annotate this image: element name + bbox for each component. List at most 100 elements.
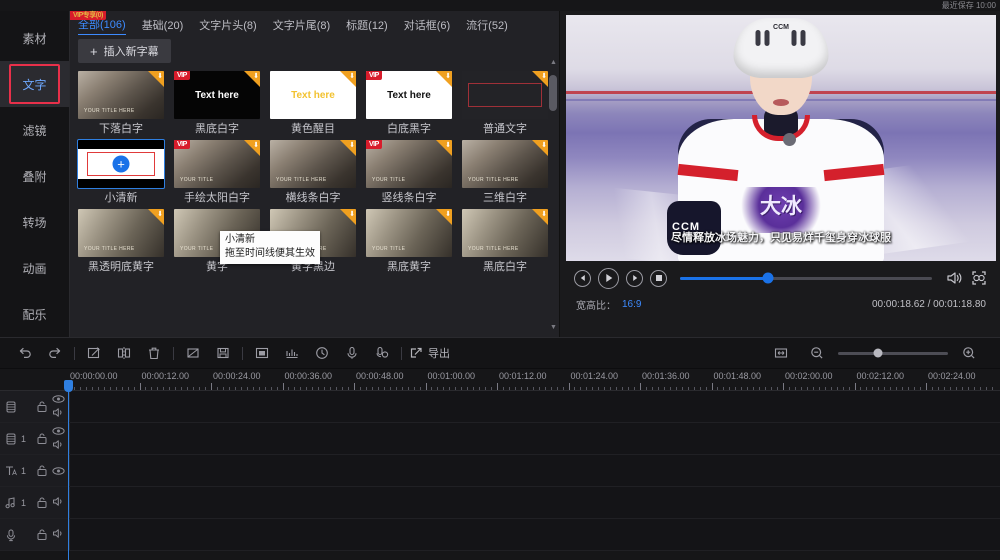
visibility-toggle[interactable] [51, 458, 65, 484]
playhead-handle[interactable] [64, 380, 73, 392]
eye-icon[interactable] [51, 392, 65, 406]
sidebar-item-overlay[interactable]: 叠附 [0, 153, 69, 199]
lock-icon[interactable] [36, 400, 48, 414]
edit-button[interactable] [79, 341, 109, 365]
timeline-track[interactable]: 1 [0, 455, 1000, 487]
category-tab-4[interactable]: 标题(12) [346, 17, 388, 35]
template-item[interactable]: + 小清新 [77, 139, 165, 205]
sidebar-item-media[interactable]: 素材 [0, 15, 69, 61]
scrollbar-thumb[interactable] [549, 75, 557, 111]
template-item[interactable]: YOUR TITLE HERE 下落白字 [78, 71, 164, 136]
download-icon[interactable] [244, 140, 260, 156]
timeline-track[interactable] [0, 519, 1000, 551]
lock-icon[interactable] [36, 528, 48, 542]
template-thumbnail[interactable] [462, 71, 548, 119]
template-item[interactable]: Text hereVIP 黑底白字 [174, 71, 260, 136]
timeline-zoom-knob[interactable] [873, 348, 883, 358]
progress-knob[interactable] [762, 272, 774, 284]
download-icon[interactable] [532, 209, 548, 225]
category-tab-5[interactable]: 对话框(6) [404, 17, 450, 35]
template-item[interactable]: YOUR TITLE HERE 三维白字 [462, 140, 548, 205]
download-icon[interactable] [436, 71, 452, 87]
sidebar-item-transition[interactable]: 转场 [0, 199, 69, 245]
delete-button[interactable] [139, 341, 169, 365]
download-icon[interactable] [340, 71, 356, 87]
audio-track-1-header[interactable]: 1 [0, 487, 70, 518]
template-thumbnail[interactable]: YOUR TITLE [366, 209, 452, 257]
timeline-track[interactable]: 1 [0, 423, 1000, 455]
next-frame-button[interactable] [626, 269, 643, 287]
playback-progress-slider[interactable] [680, 272, 932, 284]
track-lane[interactable] [70, 487, 1000, 518]
visibility-toggle[interactable] [51, 426, 65, 452]
template-thumbnail[interactable]: Text here VIP [366, 71, 452, 119]
track-lane[interactable] [70, 519, 1000, 550]
voice-track-header[interactable] [0, 519, 70, 550]
visibility-toggle[interactable] [51, 490, 65, 516]
speaker-icon[interactable] [52, 407, 65, 421]
library-scrollbar[interactable]: ▲ ▼ [549, 59, 557, 331]
video-preview[interactable]: CCM 大冰 CCM 尽情释放冰场魅力，只见易烊千玺身穿冰球服 [566, 15, 996, 261]
template-item[interactable]: YOUR TITLE HERE 横线条白字 [270, 140, 356, 205]
plus-circle-icon[interactable]: + [112, 155, 130, 173]
add-subtitle-thumbnail[interactable]: + [78, 140, 164, 188]
fullscreen-icon[interactable] [970, 269, 988, 287]
volume-icon[interactable] [945, 269, 963, 287]
prev-frame-button[interactable] [574, 269, 591, 287]
template-thumbnail[interactable]: YOUR TITLE HERE [462, 140, 548, 188]
record-button[interactable] [337, 341, 367, 365]
category-tab-6[interactable]: 流行(52) [466, 17, 508, 35]
download-icon[interactable] [340, 209, 356, 225]
visibility-toggle[interactable] [51, 394, 65, 420]
lock-icon[interactable] [36, 432, 48, 446]
zoom-out-button[interactable] [802, 341, 832, 365]
template-item[interactable]: YOUR TITLE HERE 黑透明底黄字 [78, 209, 164, 274]
speed-button[interactable] [307, 341, 337, 365]
save-button[interactable] [208, 341, 238, 365]
template-item[interactable]: Text hereVIP 白底黑字 [366, 71, 452, 136]
eye-icon[interactable] [51, 424, 65, 438]
template-thumbnail[interactable]: YOUR TITLE HERE [270, 140, 356, 188]
template-thumbnail[interactable]: YOUR TITLE HERE [78, 209, 164, 257]
track-lane[interactable] [70, 423, 1000, 454]
tab-vip-exclusive[interactable]: VIP专享(0) [70, 11, 106, 20]
sidebar-item-animation[interactable]: 动画 [0, 245, 69, 291]
template-item[interactable]: YOUR TITLE VIP 手绘太阳白字 [174, 140, 260, 205]
template-thumbnail[interactable]: YOUR TITLE HERE [78, 71, 164, 119]
aspect-ratio-value[interactable]: 16:9 [622, 299, 641, 310]
speaker-icon[interactable] [52, 496, 65, 510]
lock-icon[interactable] [36, 496, 48, 510]
main-video-track-header[interactable] [0, 391, 70, 422]
speaker-icon[interactable] [52, 439, 65, 453]
sidebar-item-filter[interactable]: 滤镜 [0, 107, 69, 153]
template-thumbnail[interactable]: YOUR TITLE VIP [366, 140, 452, 188]
template-thumbnail[interactable]: Text here [270, 71, 356, 119]
template-thumbnail[interactable]: Text here VIP [174, 71, 260, 119]
download-icon[interactable] [532, 140, 548, 156]
insert-new-subtitle-button[interactable]: + 插入新字幕 [78, 39, 171, 63]
lock-icon[interactable] [36, 464, 48, 478]
template-thumbnail[interactable]: YOUR TITLE VIP [174, 140, 260, 188]
sidebar-item-music[interactable]: 配乐 [0, 291, 69, 337]
redo-button[interactable] [40, 341, 70, 365]
play-button[interactable] [598, 267, 619, 289]
category-tab-1[interactable]: 基础(20) [142, 17, 184, 35]
template-thumbnail[interactable]: YOUR TITLE HERE [462, 209, 548, 257]
download-icon[interactable] [436, 209, 452, 225]
template-thumbnail[interactable]: + [77, 139, 165, 189]
crop-button[interactable] [178, 341, 208, 365]
category-tab-3[interactable]: 文字片尾(8) [273, 17, 330, 35]
playhead[interactable] [64, 380, 73, 560]
snapshot-button[interactable] [247, 341, 277, 365]
split-button[interactable] [109, 341, 139, 365]
text-track-1-header[interactable]: 1 [0, 455, 70, 486]
download-icon[interactable] [148, 71, 164, 87]
template-item[interactable]: YOUR TITLE VIP 竖线条白字 [366, 140, 452, 205]
track-lane[interactable] [70, 391, 1000, 422]
download-icon[interactable] [244, 71, 260, 87]
sidebar-item-text[interactable]: 文字 [0, 61, 69, 107]
template-item[interactable]: Text here 黄色醒目 [270, 71, 356, 136]
fit-to-window-button[interactable] [766, 341, 796, 365]
download-icon[interactable] [532, 71, 548, 87]
video-track-1-header[interactable]: 1 [0, 423, 70, 454]
